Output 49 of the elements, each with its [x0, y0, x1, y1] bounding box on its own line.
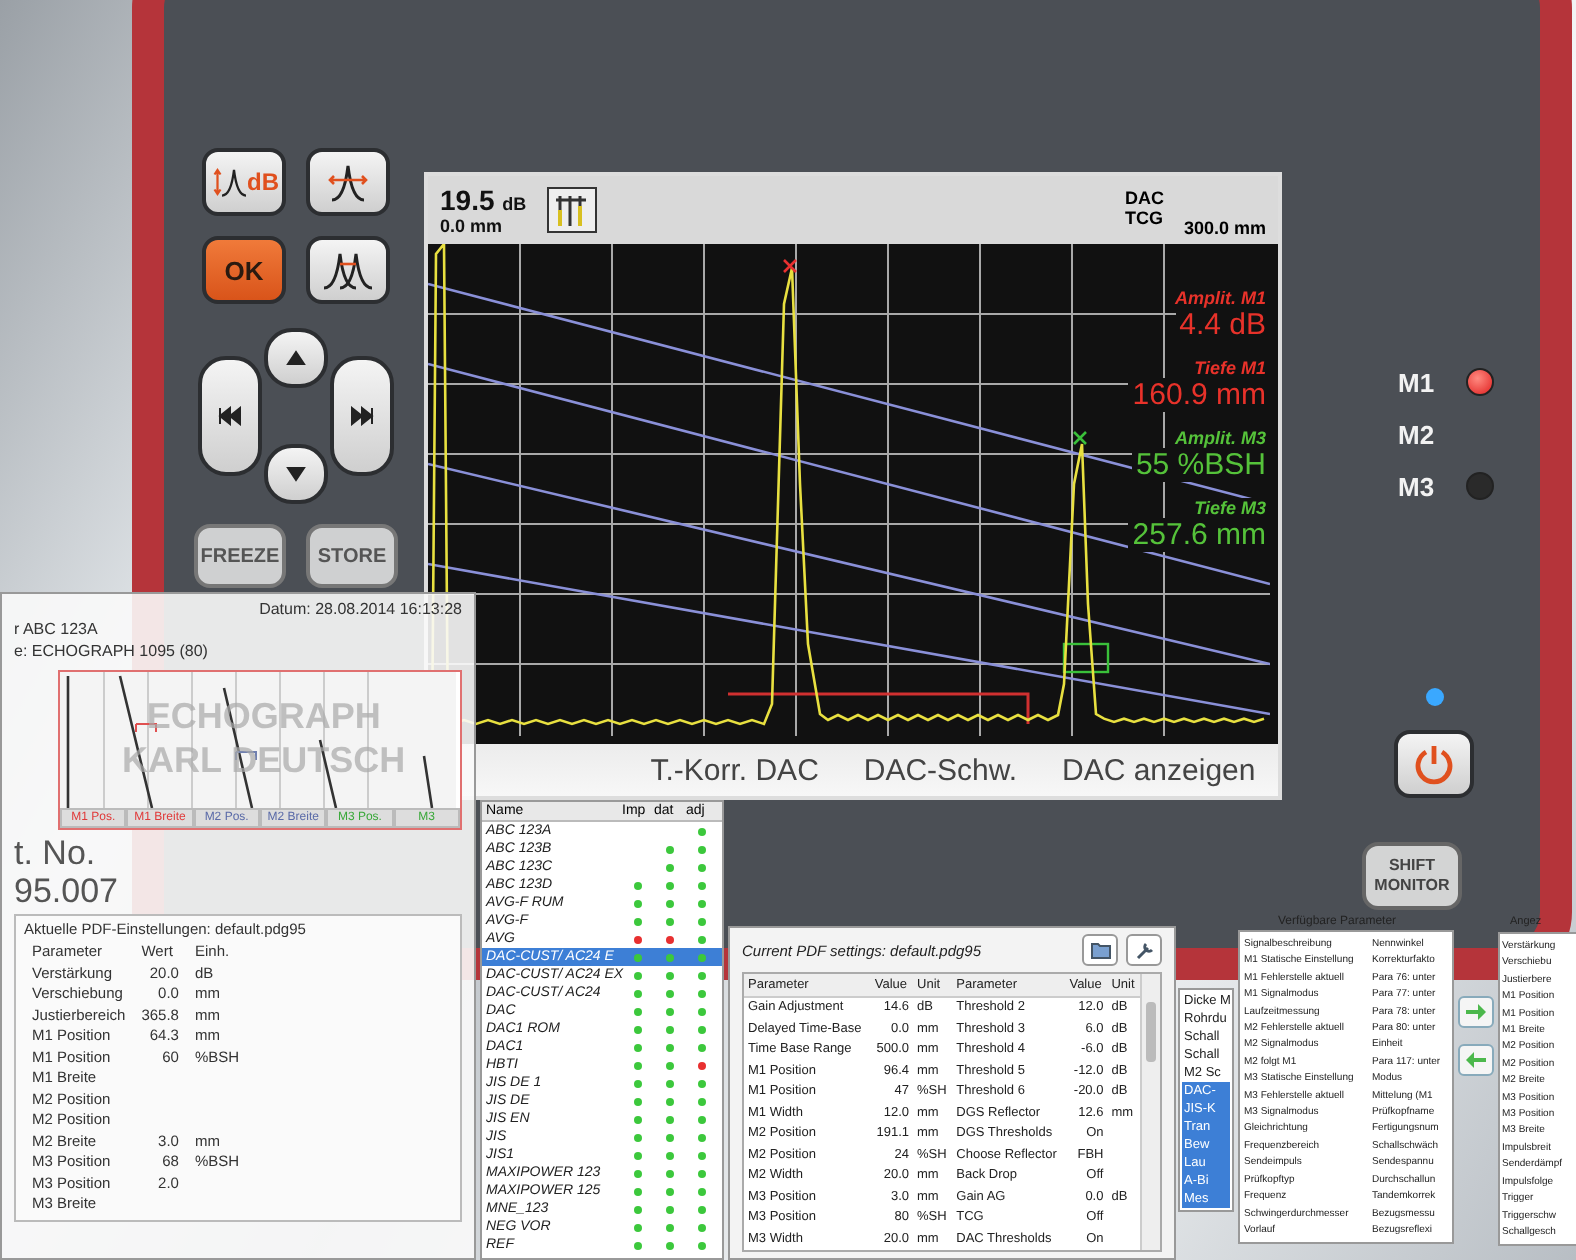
- power-icon: [1412, 742, 1456, 786]
- arrow-right-icon: [1462, 998, 1490, 1026]
- gate-box: [1062, 642, 1110, 674]
- reading-value: 257.6 mm: [1128, 518, 1270, 552]
- softkey[interactable]: DAC-Schw.: [859, 753, 1022, 787]
- gate-settings-icon: [546, 186, 599, 234]
- softkey[interactable]: DAC anzeigen: [1058, 753, 1260, 787]
- next-button[interactable]: [330, 356, 394, 476]
- report-date: Datum: 28.08.2014 16:13:28: [259, 600, 462, 618]
- range-readout: 300.0 mm: [1183, 218, 1266, 238]
- reading-label: Tiefe M3: [1190, 498, 1270, 518]
- shift-monitor-button[interactable]: SHIFT MONITOR: [1362, 842, 1462, 910]
- softkey[interactable]: T.-Korr. DAC: [646, 753, 823, 787]
- serial-number-text: t. No.: [14, 834, 98, 872]
- wrench-icon: [1133, 939, 1155, 961]
- mode-label: TCG: [1124, 210, 1164, 230]
- open-button[interactable]: [1082, 934, 1118, 966]
- reading-label: Amplit. M3: [1170, 428, 1270, 448]
- marker-label: M3: [1398, 471, 1437, 501]
- cross-marker: [1072, 430, 1088, 446]
- folder-icon: [1089, 940, 1111, 960]
- ok-button[interactable]: OK: [202, 236, 286, 304]
- gain-readout: 19.5 dB: [440, 184, 527, 216]
- store-button[interactable]: STORE: [306, 524, 398, 588]
- offset-readout: 0.0 mm: [440, 216, 505, 236]
- triangle-down-icon: [284, 464, 308, 484]
- reading-value: 160.9 mm: [1128, 378, 1270, 412]
- reading-label: Tiefe M1: [1190, 358, 1270, 378]
- double-peak-icon: [322, 248, 374, 292]
- triangle-up-icon: [284, 348, 308, 368]
- marker-button[interactable]: [306, 148, 390, 216]
- marker-button[interactable]: [306, 236, 390, 304]
- reading-value: 55 %BSH: [1131, 448, 1270, 482]
- up-button[interactable]: [264, 328, 328, 388]
- marker-label: M1: [1398, 367, 1437, 397]
- skip-back-icon: [218, 406, 242, 426]
- serial-number-text: 95.007: [14, 872, 120, 910]
- reading-label: Amplit. M1: [1170, 288, 1270, 308]
- power-button[interactable]: [1394, 730, 1474, 798]
- marker-label: M2: [1398, 419, 1437, 449]
- mode-label: DAC: [1124, 190, 1164, 210]
- down-button[interactable]: [264, 444, 328, 504]
- tools-button[interactable]: [1126, 934, 1162, 966]
- report-line: r ABC 123A: [14, 618, 100, 640]
- previous-button[interactable]: [198, 356, 262, 476]
- report-line: e: ECHOGRAPH 1095 (80): [14, 640, 210, 662]
- cross-marker: [782, 258, 798, 274]
- freeze-button[interactable]: FREEZE: [194, 524, 286, 588]
- skip-forward-icon: [350, 406, 374, 426]
